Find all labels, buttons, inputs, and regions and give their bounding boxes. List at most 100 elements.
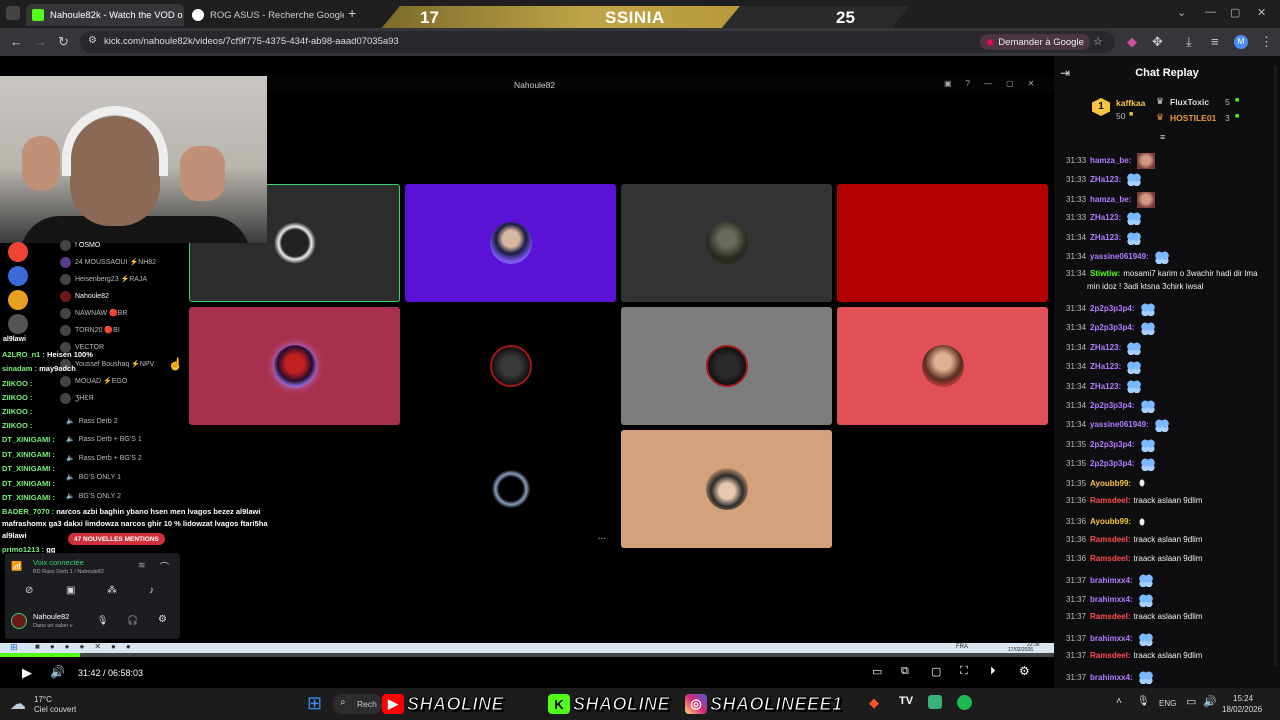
chat-username[interactable]: Ayoubb99:: [1090, 517, 1131, 526]
mic-tray-icon[interactable]: 🎙: [1137, 696, 1150, 707]
second-name[interactable]: FluxToxic: [1170, 97, 1209, 107]
weather-icon[interactable]: ☁: [10, 694, 26, 714]
noise-suppression-icon[interactable]: ≋: [138, 560, 146, 571]
video-tile-10[interactable]: [621, 430, 832, 548]
soundboard-icon[interactable]: ♪: [149, 585, 154, 596]
video-tile-9[interactable]: ...: [405, 430, 616, 548]
video-tile-2[interactable]: [405, 184, 616, 302]
chat-username[interactable]: 2p2p3p3p4:: [1090, 401, 1134, 410]
voice-channel[interactable]: 🔈 BG'S ONLY 1: [66, 469, 121, 485]
video-tile-3[interactable]: [621, 184, 832, 302]
chat-scrollbar[interactable]: [1274, 66, 1277, 666]
tab-google-search[interactable]: ROG ASUS - Recherche Google ✕: [186, 4, 344, 26]
voice-member[interactable]: 24 MOUSSAOUI ⚡NH82: [60, 254, 156, 270]
extensions-puzzle-icon[interactable]: ✥: [1152, 34, 1163, 50]
server-icon[interactable]: [8, 290, 28, 310]
settings-gear-icon[interactable]: ⚙: [158, 614, 167, 625]
tiktok-studio-icon[interactable]: TV: [899, 695, 913, 707]
voice-member[interactable]: ! OSMO: [60, 237, 100, 253]
site-info-icon[interactable]: ⚙: [88, 35, 97, 46]
chat-username[interactable]: ZHa123:: [1090, 233, 1121, 242]
avatar[interactable]: [11, 613, 27, 629]
chat-username[interactable]: Ramsdeel:: [1090, 612, 1130, 621]
activities-icon[interactable]: ⁂: [107, 585, 117, 596]
voice-member[interactable]: NAWNAW 🔴BR: [60, 305, 128, 321]
player-settings-icon[interactable]: ⚙: [1019, 664, 1030, 678]
tab-menu-icon[interactable]: [6, 6, 20, 20]
speed-icon[interactable]: ⏵: [990, 665, 996, 678]
voice-member[interactable]: TORN20 🔴BI: [60, 322, 120, 338]
extension-shield-icon[interactable]: ◆: [1127, 34, 1137, 50]
chat-username[interactable]: brahimxx4:: [1090, 634, 1133, 643]
headphones-icon[interactable]: 🎧: [127, 615, 138, 626]
chat-username[interactable]: Ramsdeel:: [1090, 535, 1130, 544]
chat-username[interactable]: hamza_be:: [1090, 156, 1131, 165]
video-player[interactable]: Nahoule82 ▣?—▢✕ ... ! OSMO 24 MOUSSAOUI …: [0, 56, 1054, 688]
forward-icon[interactable]: →: [34, 34, 47, 49]
minimize-icon[interactable]: —: [1205, 6, 1216, 18]
spotify-icon[interactable]: [957, 695, 972, 710]
reload-icon[interactable]: ↻: [58, 34, 69, 50]
chat-username[interactable]: brahimxx4:: [1090, 595, 1133, 604]
windows-start-icon[interactable]: ⊞: [307, 693, 322, 714]
video-tile-4[interactable]: [837, 184, 1048, 302]
chat-username[interactable]: Stiwtiw:: [1090, 269, 1120, 278]
chat-username[interactable]: yassine061949:: [1090, 420, 1149, 429]
back-icon[interactable]: ←: [10, 34, 23, 49]
tab-kick-vod[interactable]: Nahoule82k - Watch the VOD o ✕: [26, 4, 184, 26]
close-window-icon[interactable]: ✕: [1257, 6, 1266, 19]
maximize-icon[interactable]: ▢: [1230, 6, 1240, 19]
chat-username[interactable]: Ramsdeel:: [1090, 554, 1130, 563]
screen-share-icon[interactable]: ▣: [66, 585, 75, 596]
download-icon[interactable]: ⤓: [1186, 34, 1192, 50]
profile-avatar[interactable]: M: [1234, 35, 1248, 49]
clock-time[interactable]: 15:24: [1233, 694, 1253, 703]
chat-username[interactable]: 2p2p3p3p4:: [1090, 459, 1134, 468]
chat-username[interactable]: Ramsdeel:: [1090, 651, 1130, 660]
chat-username[interactable]: hamza_be:: [1090, 195, 1131, 204]
disconnect-icon[interactable]: ⌒: [160, 560, 169, 573]
chat-username[interactable]: ZHa123:: [1090, 175, 1121, 184]
reading-list-icon[interactable]: ≡: [1211, 34, 1219, 49]
clip-icon[interactable]: ▢: [931, 665, 941, 678]
address-bar[interactable]: ⚙ kick.com/nahoule82k/videos/7cf9f775-43…: [80, 31, 1115, 53]
video-tile-8[interactable]: [837, 307, 1048, 425]
video-tile-7[interactable]: [621, 307, 832, 425]
theater-mode-icon[interactable]: ▭: [872, 665, 882, 678]
taskbar-search[interactable]: ⌕ Rech: [333, 694, 383, 714]
volume-icon[interactable]: 🔊: [50, 665, 65, 679]
server-icon[interactable]: [8, 314, 28, 334]
volume-tray-icon[interactable]: 🔊: [1203, 695, 1217, 708]
camera-off-icon[interactable]: ⊘: [25, 585, 33, 596]
seek-bar[interactable]: [0, 653, 1054, 657]
clock-date[interactable]: 18/02/2026: [1222, 705, 1262, 714]
chat-username[interactable]: brahimxx4:: [1090, 673, 1133, 682]
tab-search-icon[interactable]: ⌄: [1177, 6, 1186, 19]
bookmark-star-icon[interactable]: ☆: [1093, 35, 1103, 48]
chat-username[interactable]: ZHa123:: [1090, 362, 1121, 371]
chat-username[interactable]: yassine061949:: [1090, 252, 1149, 261]
chat-username[interactable]: 2p2p3p3p4:: [1090, 323, 1134, 332]
first-name[interactable]: kaffkaa: [1116, 98, 1145, 108]
voice-member[interactable]: ƷHƐЯ: [60, 390, 94, 406]
chat-username[interactable]: Ramsdeel:: [1090, 496, 1130, 505]
server-icon[interactable]: [8, 242, 28, 262]
fullscreen-icon[interactable]: ⛶: [960, 665, 968, 678]
chat-username[interactable]: Ayoubb99:: [1090, 479, 1131, 488]
video-tile-6[interactable]: [405, 307, 616, 425]
voice-channel[interactable]: 🔈 Rass Derb + BG'S 1: [66, 431, 142, 447]
new-mentions-badge[interactable]: 47 NOUVELLES MENTIONS: [68, 533, 165, 545]
play-icon[interactable]: ▶: [22, 665, 32, 681]
video-tile-5[interactable]: [189, 307, 400, 425]
chat-username[interactable]: ZHa123:: [1090, 343, 1121, 352]
chat-username[interactable]: 2p2p3p3p4:: [1090, 304, 1134, 313]
browser-menu-icon[interactable]: ⋮: [1260, 34, 1273, 50]
voice-member[interactable]: Nahoule82: [60, 288, 109, 304]
network-icon[interactable]: ▭: [1186, 695, 1196, 708]
server-icon[interactable]: [8, 266, 28, 286]
brave-icon[interactable]: ◆: [869, 695, 879, 711]
new-tab-button[interactable]: +: [348, 5, 356, 21]
tray-chevron-icon[interactable]: ˄: [1116, 696, 1122, 707]
chat-username[interactable]: ZHa123:: [1090, 382, 1121, 391]
chat-username[interactable]: brahimxx4:: [1090, 576, 1133, 585]
